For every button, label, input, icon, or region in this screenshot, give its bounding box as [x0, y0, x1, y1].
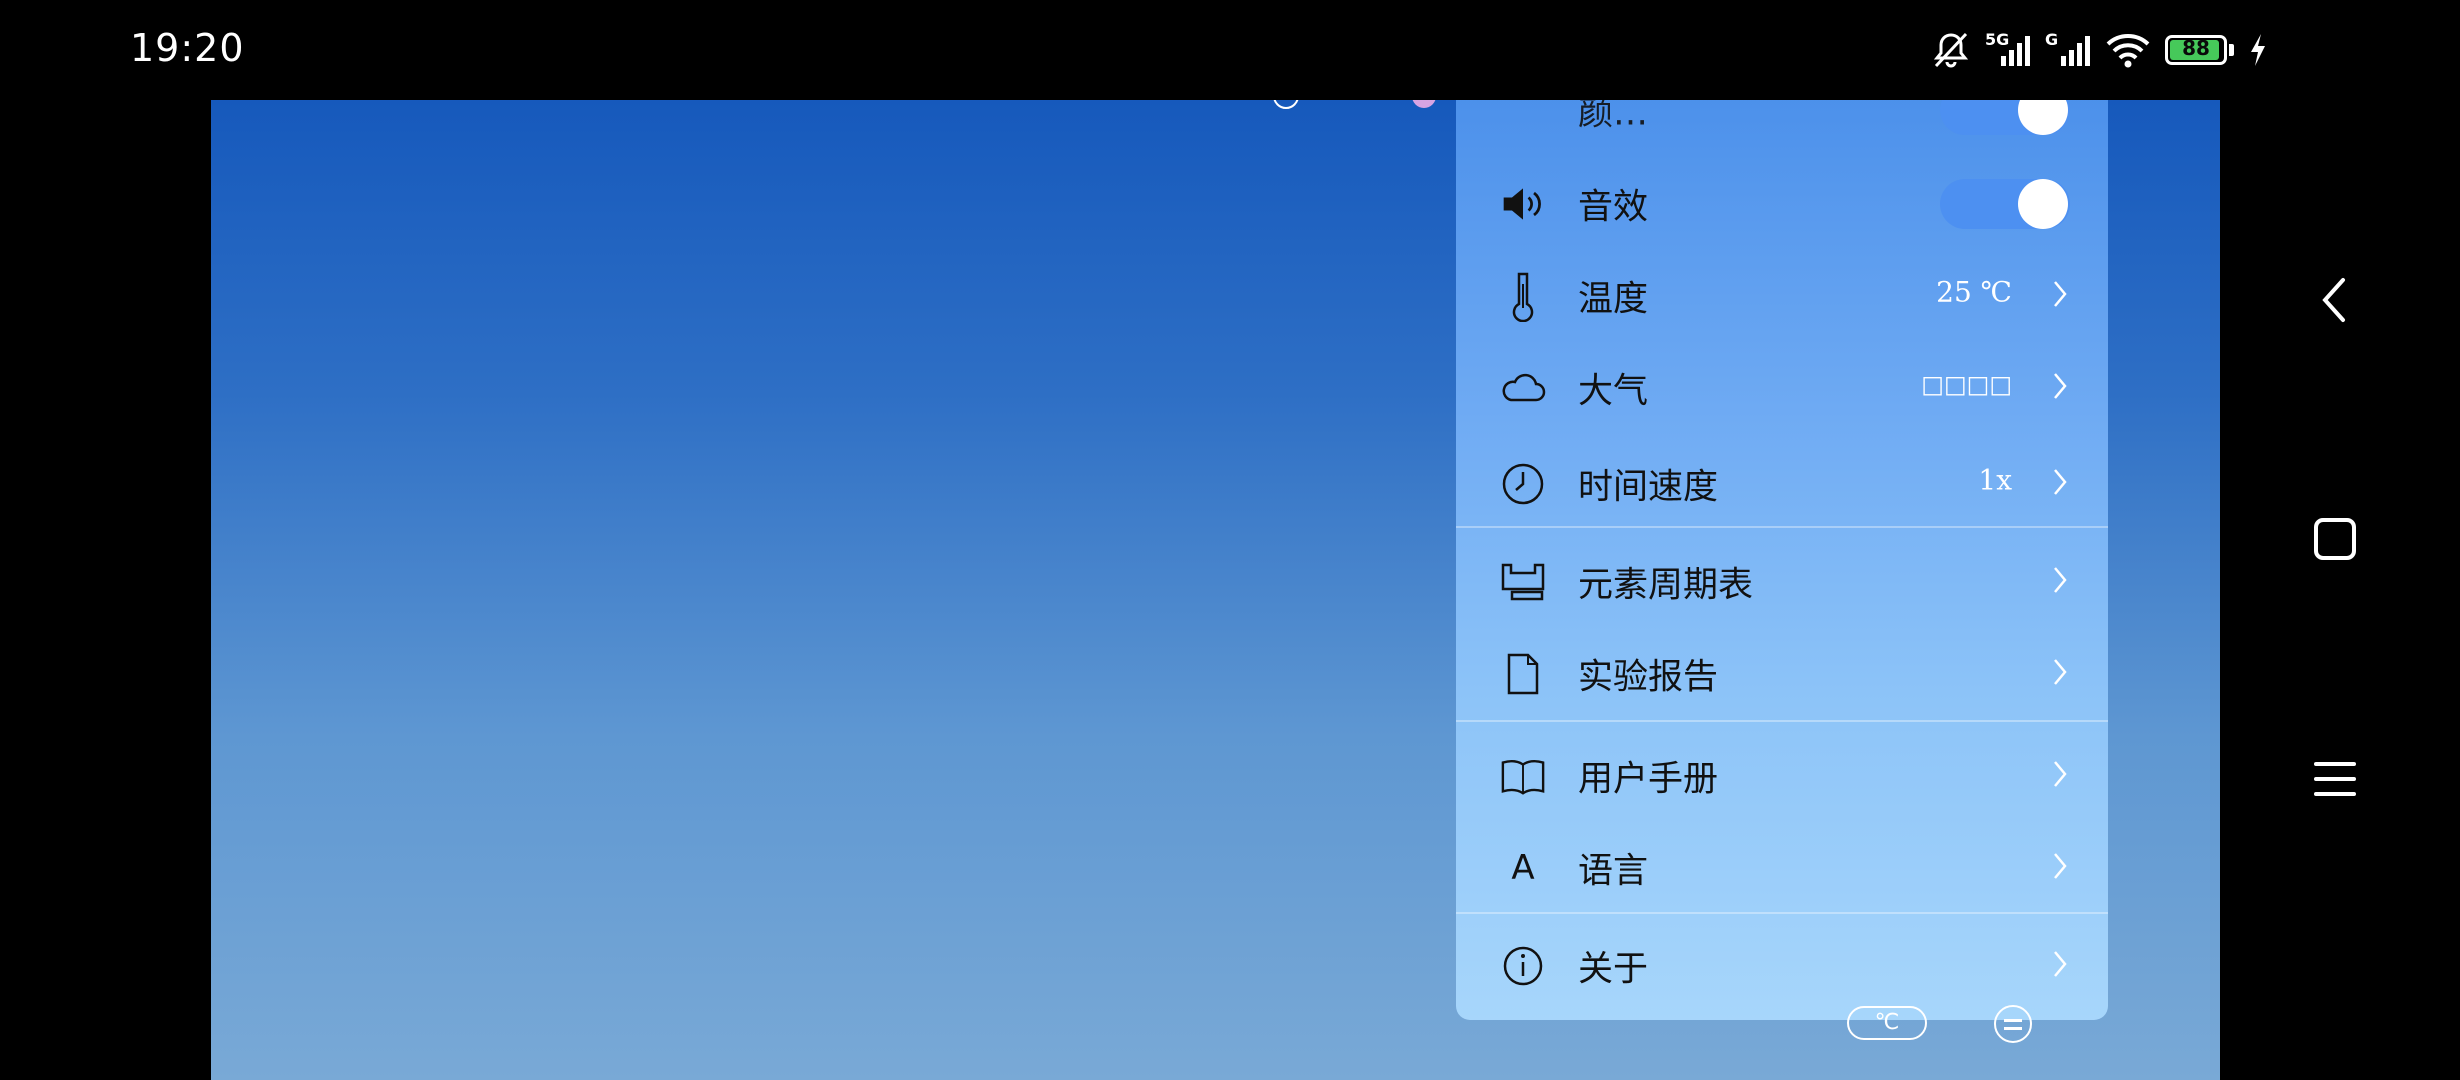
- menu-item-label: 关于: [1578, 949, 1649, 990]
- recents-icon[interactable]: [2300, 744, 2370, 814]
- periodic-table-icon: [1500, 559, 1546, 605]
- chevron-right-icon: [2052, 371, 2068, 405]
- menu-item-sound[interactable]: 音效: [1456, 164, 2108, 244]
- menu-item-atmosphere[interactable]: 大气 □□□□: [1456, 348, 2108, 428]
- chevron-right-icon: [2052, 657, 2068, 691]
- status-icons: 5G G 88: [1931, 28, 2268, 72]
- menu-item-label: 实验报告: [1578, 657, 1719, 698]
- speaker-icon: [1500, 181, 1546, 227]
- menu-divider: [1456, 720, 2108, 722]
- battery-icon: 88: [2165, 35, 2234, 65]
- temperature-value: 25 ℃: [1936, 275, 2012, 309]
- menu-item-label: 温度: [1578, 279, 1649, 320]
- menu-item-partial[interactable]: 颜…: [1456, 100, 2108, 150]
- atmosphere-value: □□□□: [1921, 370, 2012, 399]
- document-icon: [1500, 651, 1546, 697]
- chevron-right-icon: [2052, 467, 2068, 501]
- menu-item-language[interactable]: A 语言: [1456, 828, 2108, 908]
- menu-item-temperature[interactable]: 温度 25 ℃: [1456, 256, 2108, 336]
- network-type-label: G: [2045, 30, 2059, 49]
- settings-menu-panel: 颜… 音效 温度 25 ℃ 大气 □□□□ 时间速度 1x 元素周期表 实验报告…: [1456, 100, 2108, 1020]
- menu-item-lab-report[interactable]: 实验报告: [1456, 634, 2108, 714]
- toggle-switch[interactable]: [1940, 100, 2070, 135]
- chevron-right-icon: [2052, 949, 2068, 983]
- battery-level: 88: [2182, 36, 2210, 60]
- wifi-icon: [2105, 30, 2151, 70]
- menu-item-label: 语言: [1578, 851, 1649, 892]
- menu-item-label: 用户手册: [1578, 759, 1719, 800]
- chevron-right-icon: [2052, 565, 2068, 599]
- app-canvas[interactable]: 颜… 音效 温度 25 ℃ 大气 □□□□ 时间速度 1x 元素周期表 实验报告…: [211, 100, 2220, 1080]
- sound-toggle[interactable]: [1940, 179, 2070, 229]
- back-icon[interactable]: [2300, 265, 2370, 335]
- bottom-controls: ℃: [211, 1000, 2220, 1060]
- menu-item-periodic-table[interactable]: 元素周期表: [1456, 542, 2108, 622]
- network-type-label: 5G: [1985, 30, 2010, 49]
- status-bar: 19:20 5G G 88: [0, 0, 2460, 100]
- menu-item-label: 元素周期表: [1578, 565, 1754, 606]
- temperature-unit-button[interactable]: ℃: [1847, 1006, 1927, 1040]
- cloud-icon: [1500, 365, 1546, 411]
- menu-divider: [1456, 526, 2108, 528]
- chevron-right-icon: [2052, 759, 2068, 793]
- status-time: 19:20: [130, 26, 245, 70]
- chevron-right-icon: [2052, 279, 2068, 313]
- menu-item-time-speed[interactable]: 时间速度 1x: [1456, 444, 2108, 524]
- signal-5g-icon: 5G: [1985, 30, 2031, 70]
- menu-toggle-button[interactable]: [1994, 1005, 2032, 1043]
- mute-bell-icon: [1931, 30, 1971, 70]
- time-speed-value: 1x: [1978, 463, 2012, 497]
- home-icon[interactable]: [2300, 504, 2370, 574]
- language-icon: A: [1511, 848, 1535, 888]
- menu-item-label: 音效: [1578, 187, 1649, 228]
- menu-item-user-manual[interactable]: 用户手册: [1456, 736, 2108, 816]
- menu-item-label: 颜…: [1578, 100, 1649, 134]
- menu-divider: [1456, 912, 2108, 914]
- charging-icon: [2248, 32, 2268, 68]
- clock-icon: [1500, 461, 1546, 507]
- signal-g-icon: G: [2045, 30, 2091, 70]
- info-icon: [1500, 943, 1546, 989]
- book-icon: [1500, 753, 1546, 799]
- menu-item-about[interactable]: 关于: [1456, 926, 2108, 1006]
- chevron-right-icon: [2052, 851, 2068, 885]
- system-navigation-bar: [2220, 100, 2460, 1080]
- menu-item-label: 大气: [1578, 371, 1649, 412]
- thermometer-icon: [1500, 272, 1546, 322]
- menu-item-label: 时间速度: [1578, 467, 1719, 508]
